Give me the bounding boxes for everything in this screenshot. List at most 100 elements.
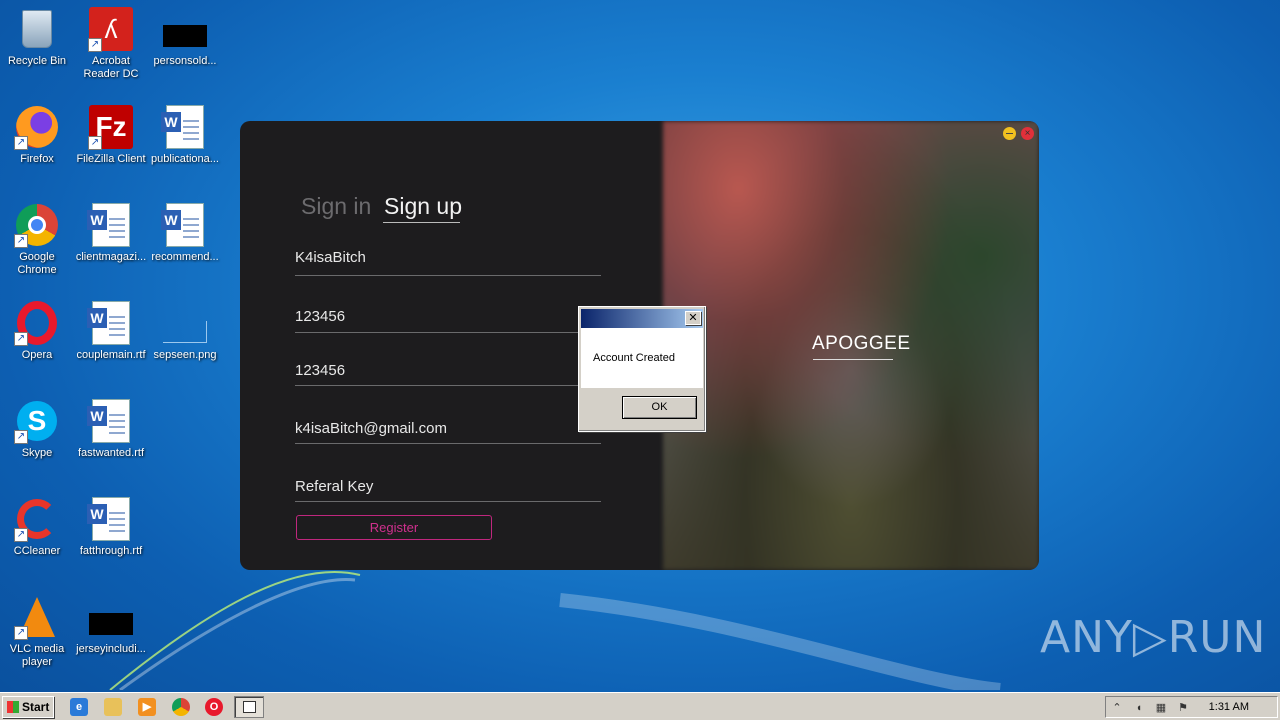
field-underline: [295, 443, 601, 444]
skype-icon: S ↗: [14, 398, 60, 444]
media-player-icon[interactable]: ▶: [138, 698, 156, 716]
desktop-icon-label: fastwanted.rtf: [77, 447, 145, 459]
opera-icon: ↗: [14, 300, 60, 346]
word-document-icon: [87, 398, 134, 444]
image-file-icon: [162, 300, 208, 346]
opera-taskbar-icon[interactable]: O: [205, 698, 223, 716]
close-icon: ✕: [688, 312, 698, 324]
desktop-icon-label: couplemain.rtf: [76, 349, 146, 361]
register-button[interactable]: Register: [296, 515, 492, 540]
desktop-icon-skype[interactable]: S ↗ Skype: [0, 398, 74, 460]
close-icon: ×: [1024, 128, 1031, 139]
desktop-icon-clientmagazi[interactable]: clientmagazi...: [74, 202, 148, 264]
desktop-icon-fatthrough[interactable]: fatthrough.rtf: [74, 496, 148, 558]
dialog-message: Account Created: [593, 352, 675, 364]
word-document-icon: [87, 300, 134, 346]
desktop-icon-recommend[interactable]: recommend...: [148, 202, 222, 264]
brand-title: APOGGEE: [812, 333, 911, 354]
action-center-flag-icon[interactable]: ⚑: [1176, 701, 1190, 715]
black-file-icon: [88, 594, 134, 640]
desktop-icon-recycle-bin[interactable]: Recycle Bin: [0, 6, 74, 68]
tab-sign-up[interactable]: Sign up: [384, 193, 462, 220]
confirm-password-field[interactable]: 123456: [295, 362, 601, 386]
dialog-close-button[interactable]: ✕: [685, 311, 701, 325]
anyrun-watermark: ANY▷RUN: [1040, 612, 1267, 663]
desktop-icon-label: fatthrough.rtf: [79, 545, 143, 557]
chrome-icon: ↗: [14, 202, 60, 248]
desktop-icon-label: clientmagazi...: [75, 251, 147, 263]
desktop-icon-ccleaner[interactable]: ↗ CCleaner: [0, 496, 74, 558]
desktop-icon-couplemain[interactable]: couplemain.rtf: [74, 300, 148, 362]
desktop-icon-label: VLC media player: [9, 643, 65, 668]
active-app-taskbar-button[interactable]: [234, 696, 264, 718]
active-tab-underline: [383, 222, 460, 223]
desktop-icon-label: sepseen.png: [153, 349, 217, 361]
field-underline: [295, 501, 601, 502]
username-field[interactable]: K4isaBitch: [295, 249, 601, 276]
desktop-icon-personsold[interactable]: personsold...: [148, 6, 222, 68]
field-underline: [295, 385, 601, 386]
black-file-icon: [162, 6, 208, 52]
ok-button[interactable]: OK: [622, 396, 697, 419]
clock[interactable]: 1:31 AM: [1209, 701, 1249, 713]
brand-underline: [813, 359, 893, 360]
word-document-icon: [87, 202, 134, 248]
desktop-icon-firefox[interactable]: ↗ Firefox: [0, 104, 74, 166]
minimize-button[interactable]: [1003, 127, 1016, 140]
word-document-icon: [87, 496, 134, 542]
desktop-icon-label: recommend...: [151, 251, 219, 263]
email-value: k4isaBitch@gmail.com: [295, 420, 447, 437]
word-document-icon: [161, 104, 208, 150]
start-button[interactable]: Start: [2, 696, 54, 718]
file-explorer-icon[interactable]: [104, 698, 122, 716]
desktop-icon-label: FileZilla Client: [76, 153, 146, 165]
desktop-icon-label: Opera: [21, 349, 53, 361]
desktop-icon-label: personsold...: [153, 55, 217, 67]
desktop-icon-google-chrome[interactable]: ↗ Google Chrome: [0, 202, 74, 277]
system-tray: ⌃ ◖ ▦ ⚑ 1:31 AM: [1105, 696, 1278, 718]
app-window-icon: [243, 701, 256, 713]
firefox-icon: ↗: [14, 104, 60, 150]
acrobat-icon: ʎ ↗: [88, 6, 134, 52]
recycle-bin-icon: [14, 6, 60, 52]
tab-sign-in[interactable]: Sign in: [301, 193, 371, 220]
dialog-title-bar[interactable]: ✕: [581, 309, 703, 328]
desktop-icon-publicationa[interactable]: publicationa...: [148, 104, 222, 166]
username-value: K4isaBitch: [295, 249, 366, 266]
internet-explorer-icon[interactable]: e: [70, 698, 88, 716]
word-document-icon: [161, 202, 208, 248]
desktop-icon-filezilla[interactable]: Fz ↗ FileZilla Client: [74, 104, 148, 166]
dialog-body: Account Created: [581, 328, 703, 388]
confirm-password-value: 123456: [295, 362, 346, 379]
email-field[interactable]: k4isaBitch@gmail.com: [295, 420, 601, 444]
referral-key-field[interactable]: Referal Key: [295, 478, 601, 502]
vlc-icon: ↗: [14, 594, 60, 640]
field-underline: [295, 332, 601, 333]
desktop-icon-label: Acrobat Reader DC: [83, 55, 139, 80]
password-field[interactable]: 123456: [295, 308, 601, 333]
desktop-icon-label: Google Chrome: [17, 251, 57, 276]
close-button[interactable]: ×: [1021, 127, 1034, 140]
desktop-icon-sepseen[interactable]: sepseen.png: [148, 300, 222, 362]
desktop-icon-label: publicationa...: [151, 153, 219, 165]
desktop-icon-acrobat[interactable]: ʎ ↗ Acrobat Reader DC: [74, 6, 148, 81]
referral-key-value: Referal Key: [295, 478, 374, 495]
desktop-icon-label: Firefox: [20, 153, 54, 165]
filezilla-icon: Fz ↗: [88, 104, 134, 150]
network-icon[interactable]: ▦: [1154, 701, 1168, 715]
desktop-icon-label: Recycle Bin: [7, 55, 67, 67]
taskbar: Start e ▶ O ⌃ ◖ ▦ ⚑ 1:31 AM: [0, 692, 1280, 720]
account-created-dialog: ✕ Account Created OK: [578, 306, 706, 432]
desktop-icon-fastwanted[interactable]: fastwanted.rtf: [74, 398, 148, 460]
desktop-icon-opera[interactable]: ↗ Opera: [0, 300, 74, 362]
desktop-icon-label: jerseyincludi...: [76, 643, 146, 655]
desktop-icon-label: CCleaner: [13, 545, 61, 557]
ccleaner-icon: ↗: [14, 496, 60, 542]
show-hidden-icons-icon[interactable]: ⌃: [1110, 701, 1124, 715]
desktop-icon-vlc[interactable]: ↗ VLC media player: [0, 594, 74, 669]
volume-icon[interactable]: ◖: [1132, 701, 1146, 715]
desktop-icon-jerseyincludi[interactable]: jerseyincludi...: [74, 594, 148, 656]
password-value: 123456: [295, 308, 346, 325]
chrome-taskbar-icon[interactable]: [172, 698, 190, 716]
desktop-icon-label: Skype: [21, 447, 53, 459]
